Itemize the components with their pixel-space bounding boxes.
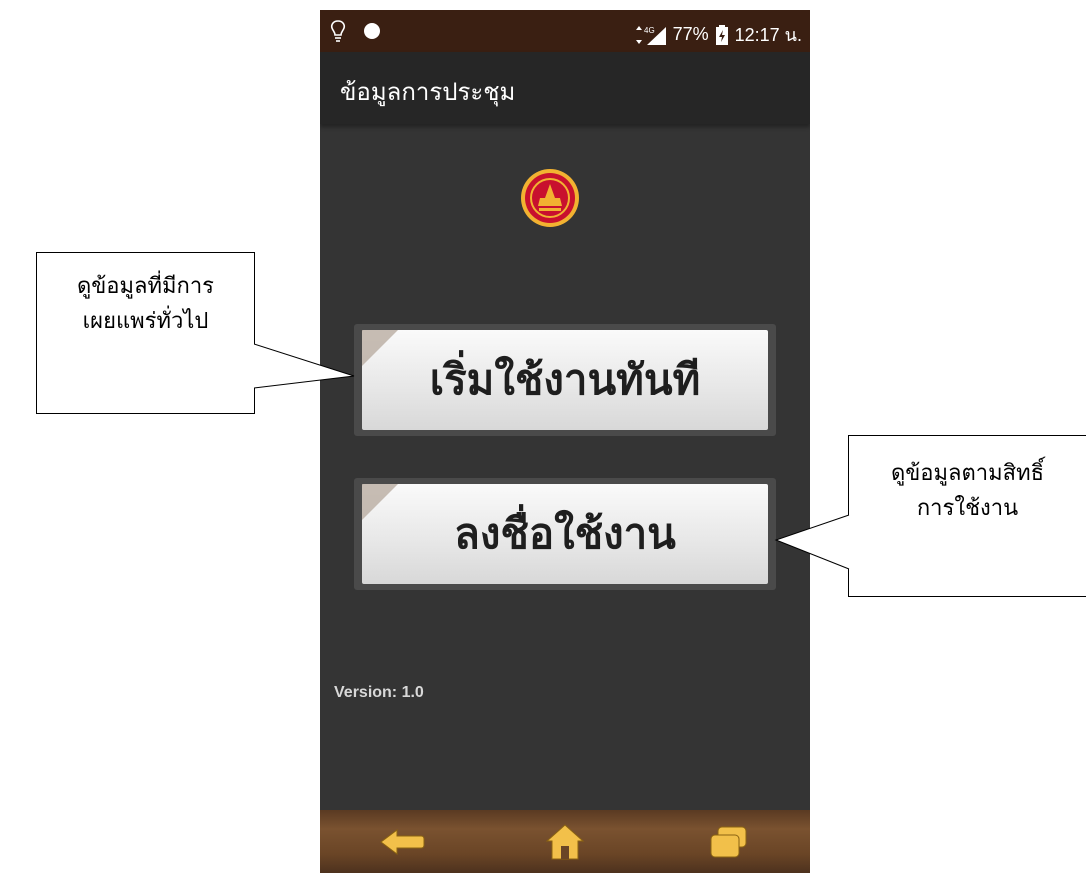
version-label: Version: 1.0 [334, 684, 424, 701]
start-now-button[interactable]: เริ่มใช้งานทันที [354, 324, 776, 436]
back-icon [379, 828, 425, 855]
status-bar: 4G 77% 12:17 น. [320, 10, 810, 52]
right-callout-line1: ดูข้อมูลตามสิทธิ์ [890, 461, 1045, 486]
right-callout: ดูข้อมูลตามสิทธิ์ การใช้งาน [848, 435, 1086, 597]
home-button[interactable] [535, 820, 595, 864]
signal-icon: 4G [635, 25, 666, 45]
lightbulb-icon [330, 20, 346, 42]
button-corner-decoration [362, 330, 398, 366]
battery-percent: 77% [672, 24, 709, 44]
login-label: ลงชื่อใช้งาน [454, 509, 676, 558]
navigation-bar [320, 810, 810, 873]
network-type-label: 4G [644, 26, 655, 35]
start-now-button-face[interactable]: เริ่มใช้งานทันที [362, 330, 768, 430]
left-callout-line2: เผยแพร่ทั่วไป [82, 309, 209, 335]
right-callout-line2: การใช้งาน [916, 496, 1019, 522]
battery-charging-icon [715, 24, 728, 45]
circle-notification-icon [364, 23, 380, 39]
app-bar: ข้อมูลการประชุม [320, 52, 810, 124]
recent-apps-icon [710, 826, 747, 857]
home-icon [545, 823, 585, 859]
right-callout-pointer [774, 514, 850, 570]
phone-screen: 4G 77% 12:17 น. ข้อมูลการประชุม เริ่มใช้… [320, 10, 810, 873]
recent-apps-button[interactable] [698, 820, 758, 864]
left-callout-pointer [254, 343, 355, 389]
left-callout: ดูข้อมูลที่มีการ เผยแพร่ทั่วไป [36, 252, 255, 414]
left-callout-line1: ดูข้อมูลที่มีการ [76, 274, 215, 299]
back-button[interactable] [372, 820, 432, 864]
login-button-face[interactable]: ลงชื่อใช้งาน [362, 484, 768, 584]
app-title: ข้อมูลการประชุม [340, 78, 516, 106]
login-button[interactable]: ลงชื่อใช้งาน [354, 478, 776, 590]
clock: 12:17 น. [734, 25, 802, 45]
button-corner-decoration [362, 484, 398, 520]
parliament-emblem-icon [521, 169, 579, 227]
start-now-label: เริ่มใช้งานทันที [429, 355, 701, 404]
